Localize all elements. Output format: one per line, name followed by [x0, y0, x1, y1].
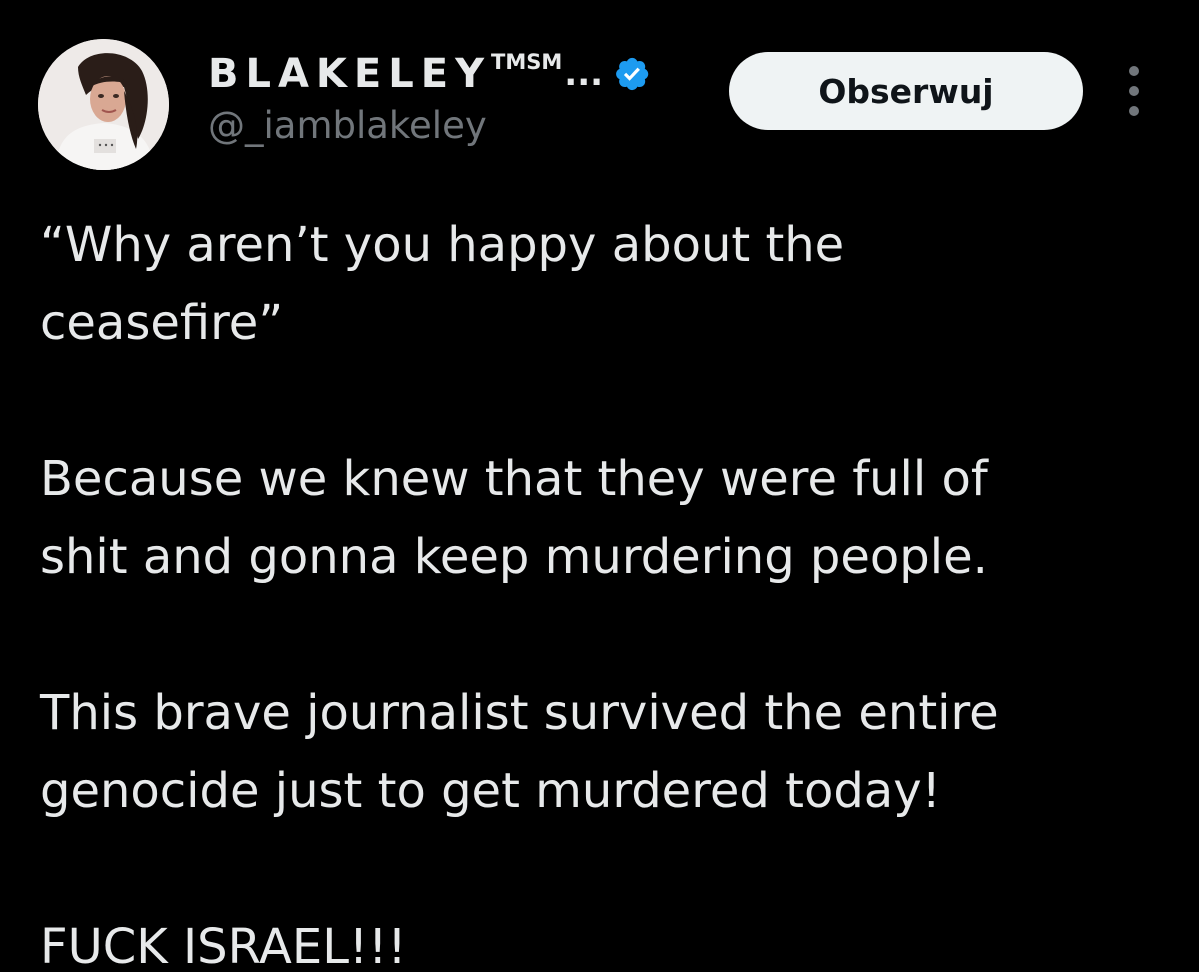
- more-options-icon[interactable]: [1118, 66, 1150, 116]
- display-name-superscript: TMSM: [491, 50, 563, 74]
- avatar[interactable]: [38, 39, 169, 170]
- tweet-paragraph: “Why aren’t you happy about the ceasefir…: [40, 217, 845, 351]
- tweet-paragraph: This brave journalist survived the entir…: [40, 685, 999, 819]
- tweet-paragraph: Because we knew that they were full of s…: [40, 451, 988, 585]
- display-name-truncation: ...: [564, 54, 604, 94]
- more-dot: [1129, 106, 1139, 116]
- tweet-paragraph: FUCK ISRAEL!!!: [40, 919, 407, 972]
- profile-photo: [38, 39, 169, 170]
- tweet-text: “Why aren’t you happy about the ceasefir…: [40, 206, 1170, 972]
- follow-button[interactable]: Obserwuj: [729, 52, 1083, 130]
- author-handle[interactable]: @_iamblakeley: [208, 104, 487, 147]
- author-display-name[interactable]: BLAKELEY TMSM ...: [208, 46, 651, 102]
- more-dot: [1129, 66, 1139, 76]
- display-name-text: BLAKELEY: [208, 51, 492, 97]
- more-dot: [1129, 86, 1139, 96]
- verified-badge-icon: [613, 55, 651, 93]
